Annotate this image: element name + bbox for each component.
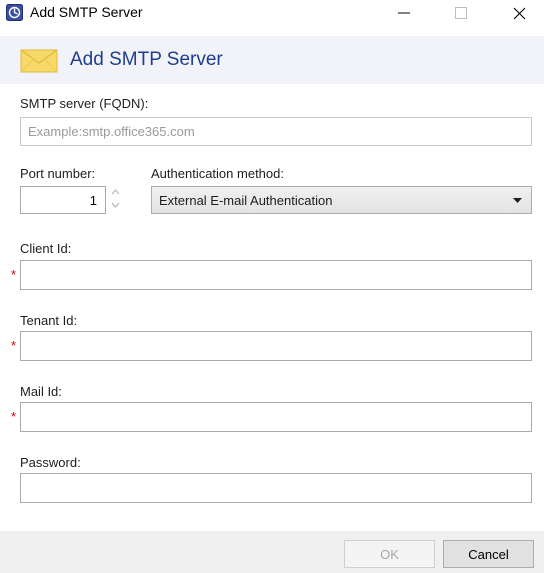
dialog-heading: Add SMTP Server <box>70 49 223 70</box>
mail-id-required-marker: * <box>11 409 17 424</box>
chevron-down-icon <box>111 202 119 208</box>
client-id-input[interactable] <box>20 260 532 290</box>
app-shield-icon <box>6 4 23 21</box>
password-input[interactable] <box>20 473 532 503</box>
dropdown-arrow-icon <box>513 198 522 203</box>
client-id-required-marker: * <box>11 267 17 282</box>
dialog-footer: OK Cancel <box>0 531 544 573</box>
maximize-icon <box>455 7 467 19</box>
maximize-button[interactable] <box>438 0 484 26</box>
auth-method-selected: External E-mail Authentication <box>159 192 333 208</box>
port-stepper <box>108 186 122 212</box>
password-label: Password: <box>20 455 81 470</box>
tenant-id-required-marker: * <box>11 338 17 353</box>
tenant-id-input[interactable] <box>20 331 532 361</box>
tenant-id-label: Tenant Id: <box>20 313 78 328</box>
envelope-icon <box>20 49 58 73</box>
window-title: Add SMTP Server <box>30 4 143 20</box>
auth-method-dropdown[interactable]: External E-mail Authentication <box>151 186 532 214</box>
minimize-icon <box>398 12 410 14</box>
add-smtp-server-dialog: Add SMTP Server Add SMTP Server SMTP ser… <box>0 0 544 573</box>
minimize-button[interactable] <box>381 0 427 26</box>
close-button[interactable] <box>496 0 542 26</box>
smtp-server-label: SMTP server (FQDN): <box>20 96 149 111</box>
dialog-header: Add SMTP Server <box>0 36 544 84</box>
close-icon <box>513 7 525 19</box>
mail-id-label: Mail Id: <box>20 384 62 399</box>
port-number-input[interactable] <box>20 186 106 214</box>
chevron-up-icon <box>111 189 119 195</box>
ok-button[interactable]: OK <box>344 540 435 568</box>
cancel-button[interactable]: Cancel <box>443 540 534 568</box>
increment-button[interactable] <box>108 186 122 198</box>
auth-method-label: Authentication method: <box>151 166 284 181</box>
client-id-label: Client Id: <box>20 241 72 256</box>
title-bar: Add SMTP Server <box>0 0 544 26</box>
smtp-server-input[interactable] <box>20 117 532 146</box>
mail-id-input[interactable] <box>20 402 532 432</box>
port-number-label: Port number: <box>20 166 96 181</box>
decrement-button[interactable] <box>108 199 122 211</box>
